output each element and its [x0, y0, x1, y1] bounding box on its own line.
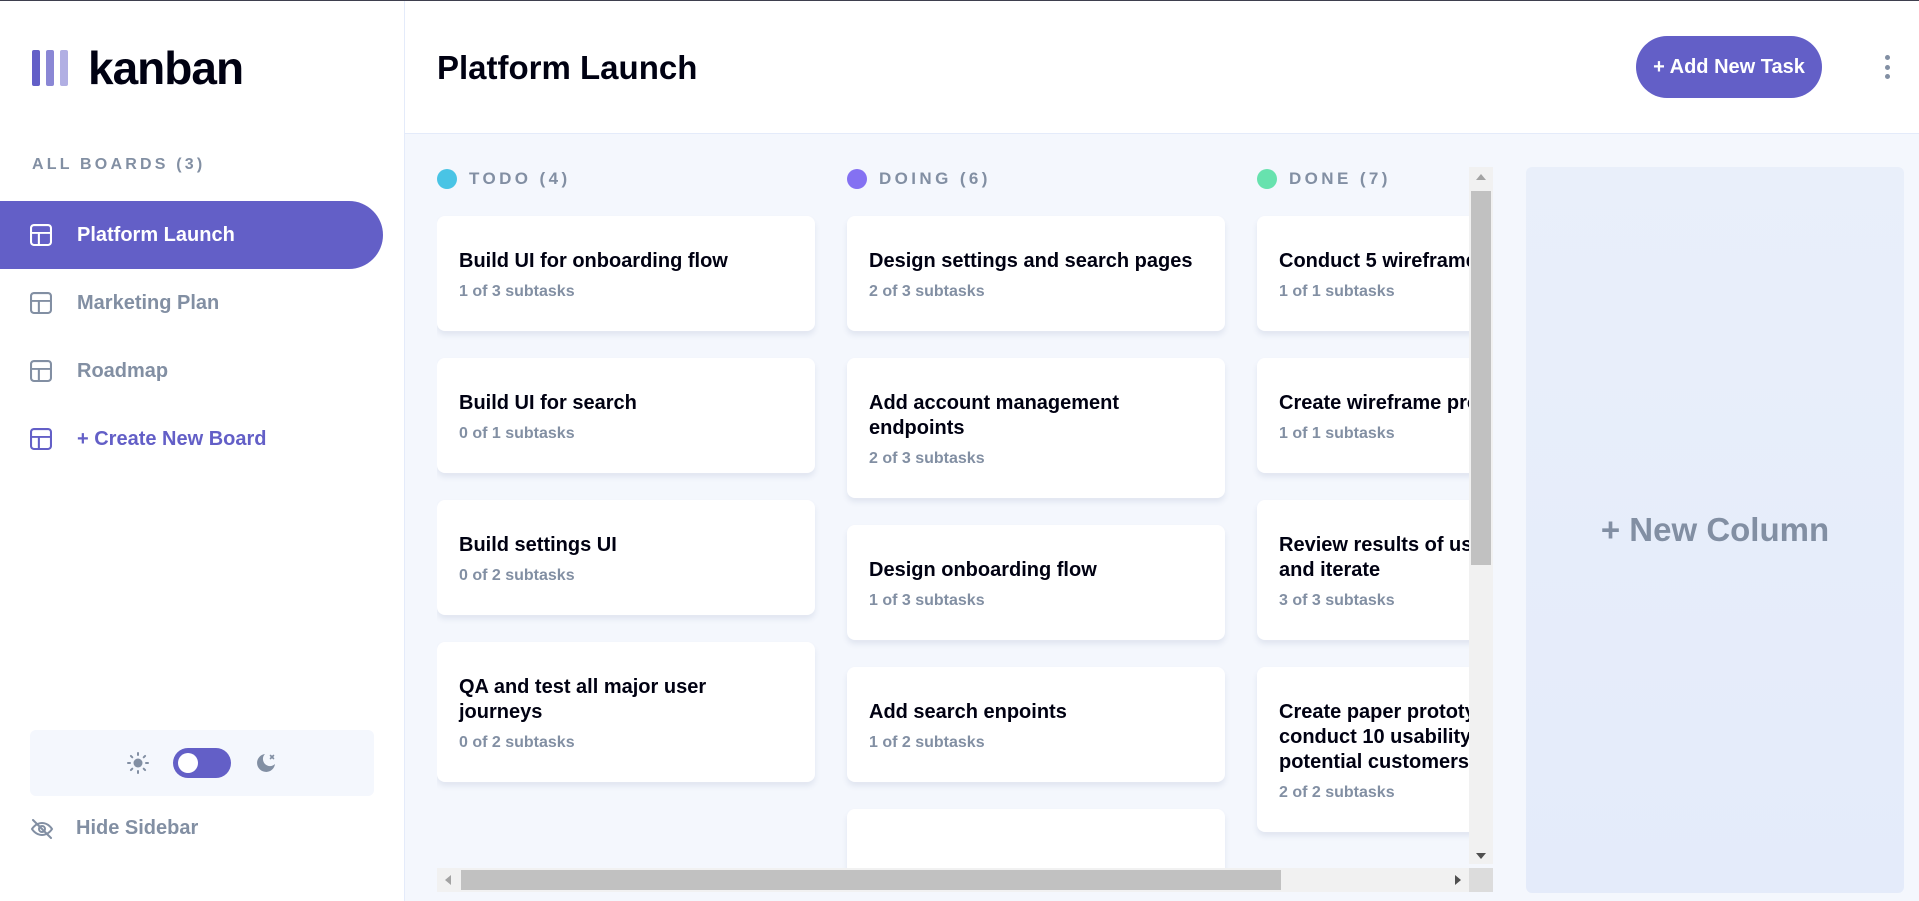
- task-title: Build UI for onboarding flow: [459, 250, 728, 272]
- task-title: Conduct 5 wireframe tests: [1279, 250, 1493, 272]
- task-title: Design settings and search pages: [869, 250, 1193, 272]
- hide-sidebar-label: Hide Sidebar: [76, 817, 199, 839]
- task-subtasks: 2 of 3 subtasks: [869, 450, 985, 467]
- task-title: Build UI for search: [459, 392, 637, 414]
- scroll-down-arrow-icon[interactable]: [1476, 853, 1486, 859]
- task-subtasks: 1 of 3 subtasks: [459, 283, 575, 300]
- column-color-dot: [437, 169, 457, 189]
- task-title: Review results of usability tests and it…: [1279, 534, 1493, 581]
- task-title: Create paper prototypes and conduct 10 u…: [1279, 701, 1493, 773]
- sidebar-item-platform-launch[interactable]: Platform Launch: [0, 201, 383, 269]
- column-header: DOING (6): [847, 167, 1225, 191]
- all-boards-heading: ALL BOARDS (3): [32, 156, 206, 173]
- task-title: Add account management endpoints: [869, 392, 1120, 439]
- board-icon: [30, 292, 52, 314]
- task-title: Build settings UI: [459, 534, 617, 556]
- task-subtasks: 1 of 1 subtasks: [1279, 283, 1395, 300]
- logo-text: kanban: [88, 42, 244, 94]
- column-doing: DOING (6) Design settings and search pag…: [847, 167, 1225, 894]
- sidebar-item-label: Platform Launch: [77, 223, 235, 246]
- vertical-scroll-thumb[interactable]: [1471, 191, 1491, 565]
- scroll-right-arrow-icon[interactable]: [1455, 875, 1461, 885]
- column-header: DONE (7): [1257, 167, 1493, 191]
- sidebar-item-roadmap[interactable]: Roadmap: [0, 337, 383, 405]
- column-title: DONE (7): [1289, 169, 1391, 188]
- column-header: TODO (4): [437, 167, 815, 191]
- horizontal-scrollbar[interactable]: [437, 868, 1469, 892]
- sidebar-item-label: Marketing Plan: [77, 291, 220, 314]
- logo: kanban: [32, 42, 244, 94]
- board-viewport[interactable]: TODO (4) Build UI for onboarding flow 1 …: [437, 167, 1493, 894]
- task-card[interactable]: Design settings and search pages 2 of 3 …: [847, 216, 1225, 331]
- column-color-dot: [847, 169, 867, 189]
- task-title: QA and test all major user journeys: [459, 676, 707, 723]
- task-subtasks: 0 of 2 subtasks: [459, 567, 575, 584]
- task-subtasks: 1 of 1 subtasks: [1279, 425, 1395, 442]
- header: Platform Launch + Add New Task: [405, 1, 1919, 134]
- task-subtasks: 0 of 2 subtasks: [459, 734, 575, 751]
- add-new-task-button[interactable]: + Add New Task: [1636, 36, 1822, 98]
- column-title: TODO (4): [469, 169, 571, 188]
- more-options-icon[interactable]: [1882, 55, 1892, 79]
- task-title: Create wireframe prototype: [1279, 392, 1493, 414]
- task-card[interactable]: Design onboarding flow 1 of 3 subtasks: [847, 525, 1225, 640]
- task-card[interactable]: QA and test all major user journeys 0 of…: [437, 642, 815, 782]
- task-card[interactable]: Add account management endpoints 2 of 3 …: [847, 358, 1225, 498]
- column-done: DONE (7) Conduct 5 wireframe tests 1 of …: [1257, 167, 1493, 894]
- task-card[interactable]: Conduct 5 wireframe tests 1 of 1 subtask…: [1257, 216, 1493, 331]
- task-subtasks: 1 of 3 subtasks: [869, 592, 985, 609]
- create-new-board-label: + Create New Board: [77, 427, 267, 450]
- theme-switcher: [30, 730, 374, 796]
- theme-toggle[interactable]: [173, 748, 231, 778]
- moon-icon: [257, 754, 275, 772]
- task-card[interactable]: Build UI for search 0 of 1 subtasks: [437, 358, 815, 473]
- board-icon: [30, 224, 52, 246]
- task-subtasks: 1 of 2 subtasks: [869, 734, 985, 751]
- new-column-button[interactable]: + New Column: [1526, 167, 1904, 893]
- column-color-dot: [1257, 169, 1277, 189]
- sun-icon: [127, 752, 149, 774]
- page-title: Platform Launch: [437, 49, 698, 86]
- board-columns: TODO (4) Build UI for onboarding flow 1 …: [437, 167, 1493, 894]
- task-title: Add search enpoints: [869, 701, 1067, 723]
- scroll-left-arrow-icon[interactable]: [445, 875, 451, 885]
- hide-sidebar-button[interactable]: Hide Sidebar: [30, 817, 198, 840]
- eye-slash-icon: [30, 818, 54, 839]
- task-subtasks: 3 of 3 subtasks: [1279, 592, 1395, 609]
- vertical-scrollbar[interactable]: [1469, 167, 1493, 864]
- new-column-label: + New Column: [1600, 511, 1830, 548]
- sidebar: kanban ALL BOARDS (3) Platform Launch Ma…: [0, 1, 405, 901]
- sidebar-item-marketing-plan[interactable]: Marketing Plan: [0, 269, 383, 337]
- board-icon: [30, 428, 52, 450]
- sidebar-item-label: Roadmap: [77, 359, 169, 382]
- horizontal-scroll-thumb[interactable]: [461, 870, 1281, 890]
- task-card[interactable]: Create wireframe prototype 1 of 1 subtas…: [1257, 358, 1493, 473]
- task-title: Design onboarding flow: [869, 559, 1097, 581]
- task-card[interactable]: Build UI for onboarding flow 1 of 3 subt…: [437, 216, 815, 331]
- logo-icon: [32, 50, 68, 86]
- task-subtasks: 2 of 3 subtasks: [869, 283, 985, 300]
- column-todo: TODO (4) Build UI for onboarding flow 1 …: [437, 167, 815, 894]
- board-list: Platform Launch Marketing Plan Roadmap +…: [0, 201, 383, 473]
- board-icon: [30, 360, 52, 382]
- task-subtasks: 2 of 2 subtasks: [1279, 784, 1395, 801]
- scrollbar-corner: [1469, 868, 1493, 892]
- column-title: DOING (6): [879, 169, 991, 188]
- task-card[interactable]: Review results of usability tests and it…: [1257, 500, 1493, 640]
- task-card[interactable]: Create paper prototypes and conduct 10 u…: [1257, 667, 1493, 832]
- task-card[interactable]: Build settings UI 0 of 2 subtasks: [437, 500, 815, 615]
- task-card[interactable]: Add search enpoints 1 of 2 subtasks: [847, 667, 1225, 782]
- task-subtasks: 0 of 1 subtasks: [459, 425, 575, 442]
- create-new-board-button[interactable]: + Create New Board: [0, 405, 383, 473]
- scroll-up-arrow-icon[interactable]: [1476, 174, 1486, 180]
